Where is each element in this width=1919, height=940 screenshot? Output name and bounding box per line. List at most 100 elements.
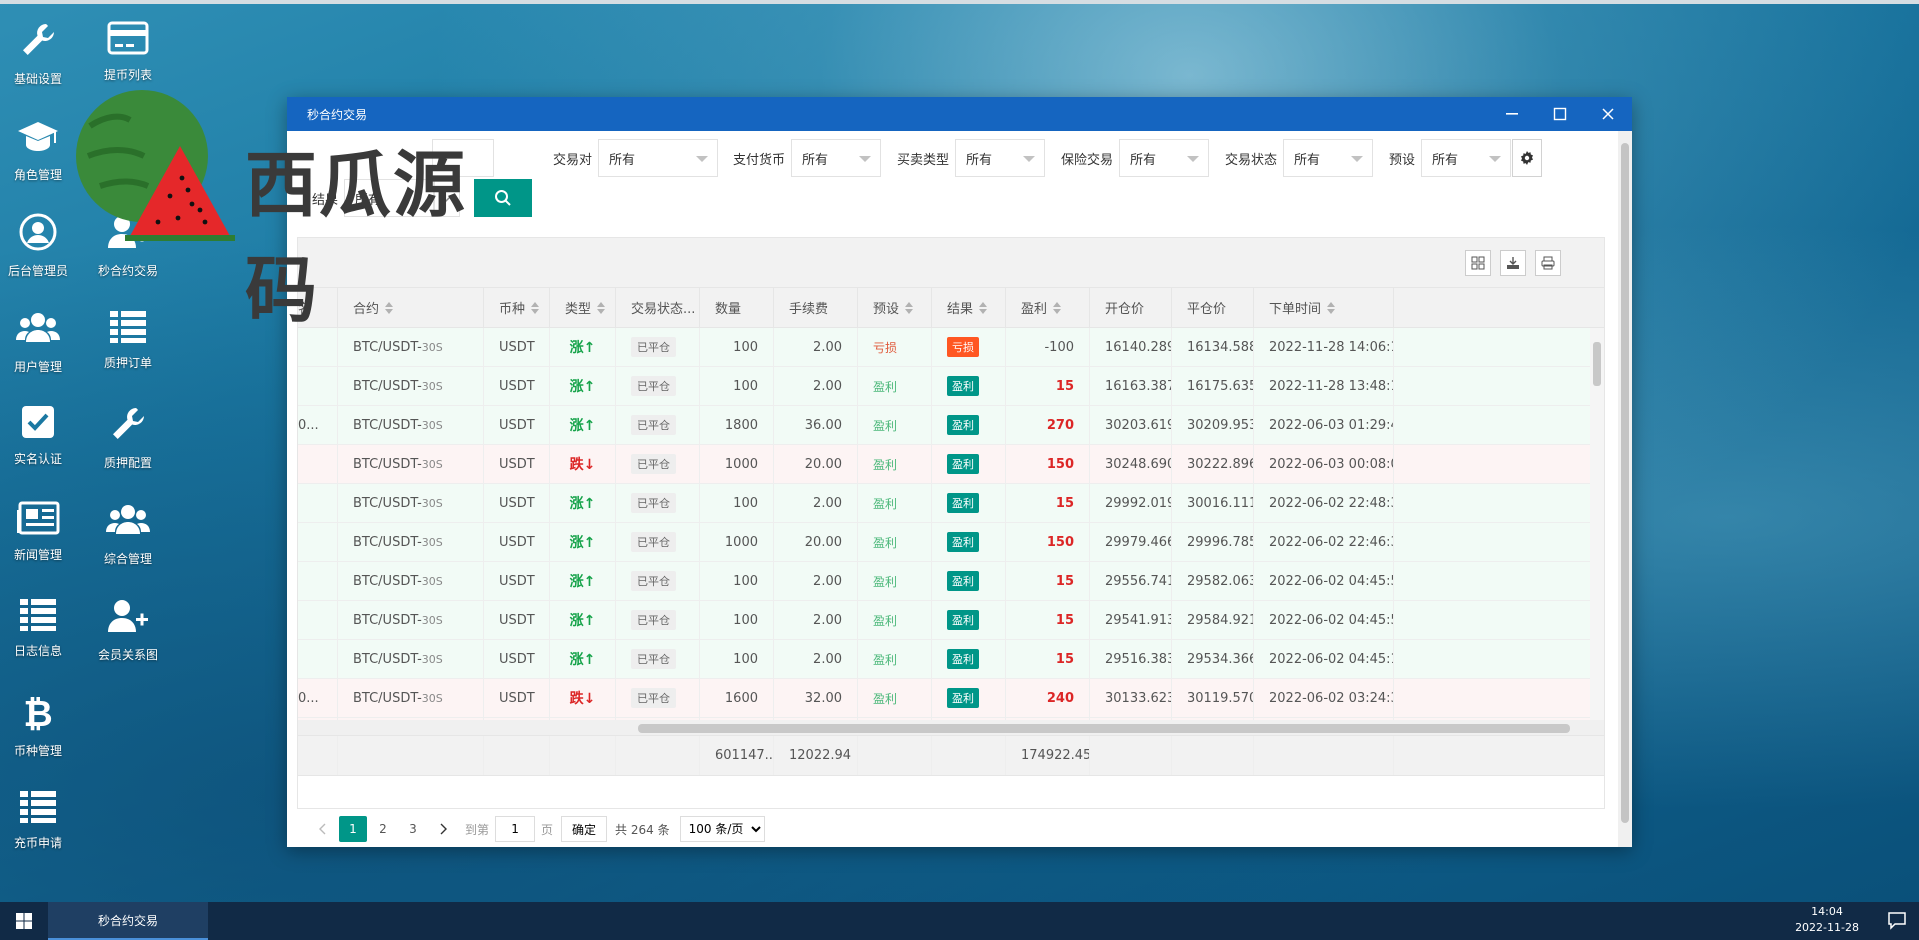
table-row[interactable]: BTC/USDT- 30S USDT 涨↑ 已平仓 1000 20.00 盈利 盈利 150 299…: [298, 523, 1604, 562]
trade-pair-select[interactable]: 所有: [598, 139, 719, 177]
cell-state: 已平仓: [616, 406, 700, 444]
column-header-qty: 数量: [700, 288, 774, 327]
cell-time: 2022-11-28 14:06:17: [1254, 328, 1394, 366]
table-row[interactable]: BTC/USDT- 30S USDT 涨↑ 已平仓 100 2.00 盈利 盈利 15 29556.…: [298, 562, 1604, 601]
cell-coin: USDT: [484, 562, 550, 600]
sort-icon[interactable]: [1053, 301, 1062, 314]
cell-preset: 盈利: [858, 484, 932, 522]
desktop-icon-admins[interactable]: 后台管理员: [0, 192, 76, 278]
username-input[interactable]: [432, 139, 494, 177]
page-2[interactable]: 2: [369, 816, 397, 842]
cell-dir: 涨↑: [550, 640, 616, 678]
desktop-icon-staking-orders[interactable]: 质押订单: [90, 288, 166, 370]
column-header-close: 平仓价: [1172, 288, 1254, 327]
prev-page-button[interactable]: [309, 816, 337, 842]
desktop-icon-second-contract[interactable]: 秒合约交易: [90, 192, 166, 278]
next-page-button[interactable]: [429, 816, 457, 842]
window-title-bar[interactable]: 秒合约交易: [287, 97, 1632, 131]
table-row[interactable]: BTC/USDT- 30S USDT 跌↓ 已平仓 1000 20.00 盈利 盈利 150 302…: [298, 445, 1604, 484]
filter-columns-button[interactable]: [1465, 250, 1491, 276]
window-vertical-scrollbar[interactable]: [1618, 131, 1632, 847]
pay-currency-select[interactable]: 所有: [791, 139, 882, 177]
cell-dir: 涨↑: [550, 601, 616, 639]
sort-icon[interactable]: [1327, 301, 1336, 314]
cell-qty: 100: [700, 640, 774, 678]
user-add-icon: [106, 212, 150, 252]
cell-qty: 100: [700, 484, 774, 522]
page-1[interactable]: 1: [339, 816, 367, 842]
column-header-coin[interactable]: 币种: [484, 288, 550, 327]
cell-pnl: 240: [1006, 679, 1090, 717]
maximize-button[interactable]: [1536, 97, 1584, 131]
taskbar-clock[interactable]: 14:04 2022-11-28: [1795, 904, 1859, 936]
cell-time: 2022-06-02 04:45:58: [1254, 562, 1394, 600]
table-row[interactable]: BTC/USDT- 30S USDT 涨↑ 已平仓 100 2.00 盈利 盈利 15 29541.…: [298, 601, 1604, 640]
sort-icon[interactable]: [979, 301, 988, 314]
desktop-icon-realname-auth[interactable]: 实名认证: [0, 384, 76, 466]
cell-user: [298, 367, 338, 405]
cell-coin: USDT: [484, 523, 550, 561]
column-header-pnl[interactable]: 盈利: [1006, 288, 1090, 327]
sort-icon[interactable]: [597, 301, 606, 314]
column-header-open: 开仓价: [1090, 288, 1172, 327]
desktop-icon-basic-settings[interactable]: 基础设置: [0, 0, 76, 86]
search-button[interactable]: [474, 179, 532, 217]
desktop-icon-coin-management[interactable]: ₿ 币种管理: [0, 672, 76, 758]
chevron-left-icon: [319, 823, 326, 835]
desktop-icon-user-management[interactable]: 用户管理: [0, 288, 76, 374]
goto-page-input[interactable]: [495, 816, 536, 842]
svg-text:₿: ₿: [23, 694, 52, 732]
windows-logo-icon: [16, 913, 32, 929]
page-size-select[interactable]: 100 条/页: [679, 816, 765, 842]
desktop-icon-deposit-apply[interactable]: 充币申请: [0, 768, 76, 850]
export-button[interactable]: [1500, 250, 1526, 276]
desktop-icon-member-tree[interactable]: 会员关系图: [90, 576, 166, 662]
cell-fee: 2.00: [774, 562, 858, 600]
desktop-icon-role-management[interactable]: 角色管理: [0, 96, 76, 182]
cell-pnl: 150: [1006, 523, 1090, 561]
status-badge: 已平仓: [631, 649, 676, 669]
desktop-icon-staking-config[interactable]: 质押配置: [90, 384, 166, 470]
table-row[interactable]: BTC/USDT- 30S USDT 涨↑ 已平仓 100 2.00 盈利 盈利 15 16163.…: [298, 367, 1604, 406]
table-row[interactable]: BTC/USDT- 30S USDT 涨↑ 已平仓 100 2.00 亏损 亏损 -100 1614…: [298, 328, 1604, 367]
result-select[interactable]: 所有: [344, 179, 435, 217]
cell-result: 盈利: [932, 484, 1006, 522]
desktop-icon-general-management[interactable]: 综合管理: [90, 480, 166, 566]
print-button[interactable]: [1535, 250, 1561, 276]
table-row[interactable]: BTC/USDT- 30S USDT 涨↑ 已平仓 100 2.00 盈利 盈利 15 29992.…: [298, 484, 1604, 523]
column-settings-button[interactable]: [1512, 139, 1542, 177]
desktop-icon-withdraw-list[interactable]: 提币列表: [90, 0, 166, 82]
notification-button[interactable]: [1887, 910, 1907, 934]
table-horizontal-scrollbar[interactable]: [298, 720, 1604, 736]
sort-icon[interactable]: [905, 301, 914, 314]
insured-select[interactable]: 所有: [1119, 139, 1210, 177]
trade-type-select[interactable]: 所有: [955, 139, 1046, 177]
cell-preset: 盈利: [858, 445, 932, 483]
table-row[interactable]: 0... BTC/USDT- 30S USDT 涨↑ 已平仓 1800 36.00 盈利 盈利 27…: [298, 406, 1604, 445]
taskbar-item-second-contract[interactable]: 秒合约交易: [48, 902, 208, 940]
sort-icon[interactable]: [531, 301, 540, 314]
minimize-button[interactable]: [1488, 97, 1536, 131]
status-select[interactable]: 所有: [1283, 139, 1374, 177]
start-button[interactable]: [0, 902, 48, 940]
page-3[interactable]: 3: [399, 816, 427, 842]
result-dropdown-toggle[interactable]: [434, 179, 461, 217]
close-button[interactable]: [1584, 97, 1632, 131]
sort-icon[interactable]: [385, 301, 394, 314]
result-badge: 盈利: [947, 649, 979, 669]
column-header-contract[interactable]: 合约: [338, 288, 484, 327]
column-header-preset[interactable]: 预设: [858, 288, 932, 327]
goto-confirm-button[interactable]: 确定: [561, 816, 608, 842]
table-row[interactable]: BTC/USDT- 30S USDT 涨↑ 已平仓 100 2.00 盈利 盈利 15 29516.…: [298, 640, 1604, 679]
cell-open: 30203.6194: [1090, 406, 1172, 444]
desktop-icon-news-management[interactable]: 新闻管理: [0, 480, 76, 562]
table-vertical-scrollbar[interactable]: [1590, 328, 1604, 720]
column-header-time[interactable]: 下单时间: [1254, 288, 1394, 327]
column-header-dir[interactable]: 类型: [550, 288, 616, 327]
column-header-result[interactable]: 结果: [932, 288, 1006, 327]
cell-coin: USDT: [484, 406, 550, 444]
desktop-icon-log-info[interactable]: 日志信息: [0, 576, 76, 658]
preset-select[interactable]: 所有: [1421, 139, 1512, 177]
table-row[interactable]: 0... BTC/USDT- 30S USDT 跌↓ 已平仓 1600 32.00 盈利 盈利 24…: [298, 679, 1604, 718]
column-header-state[interactable]: 交易状态...: [616, 288, 700, 327]
